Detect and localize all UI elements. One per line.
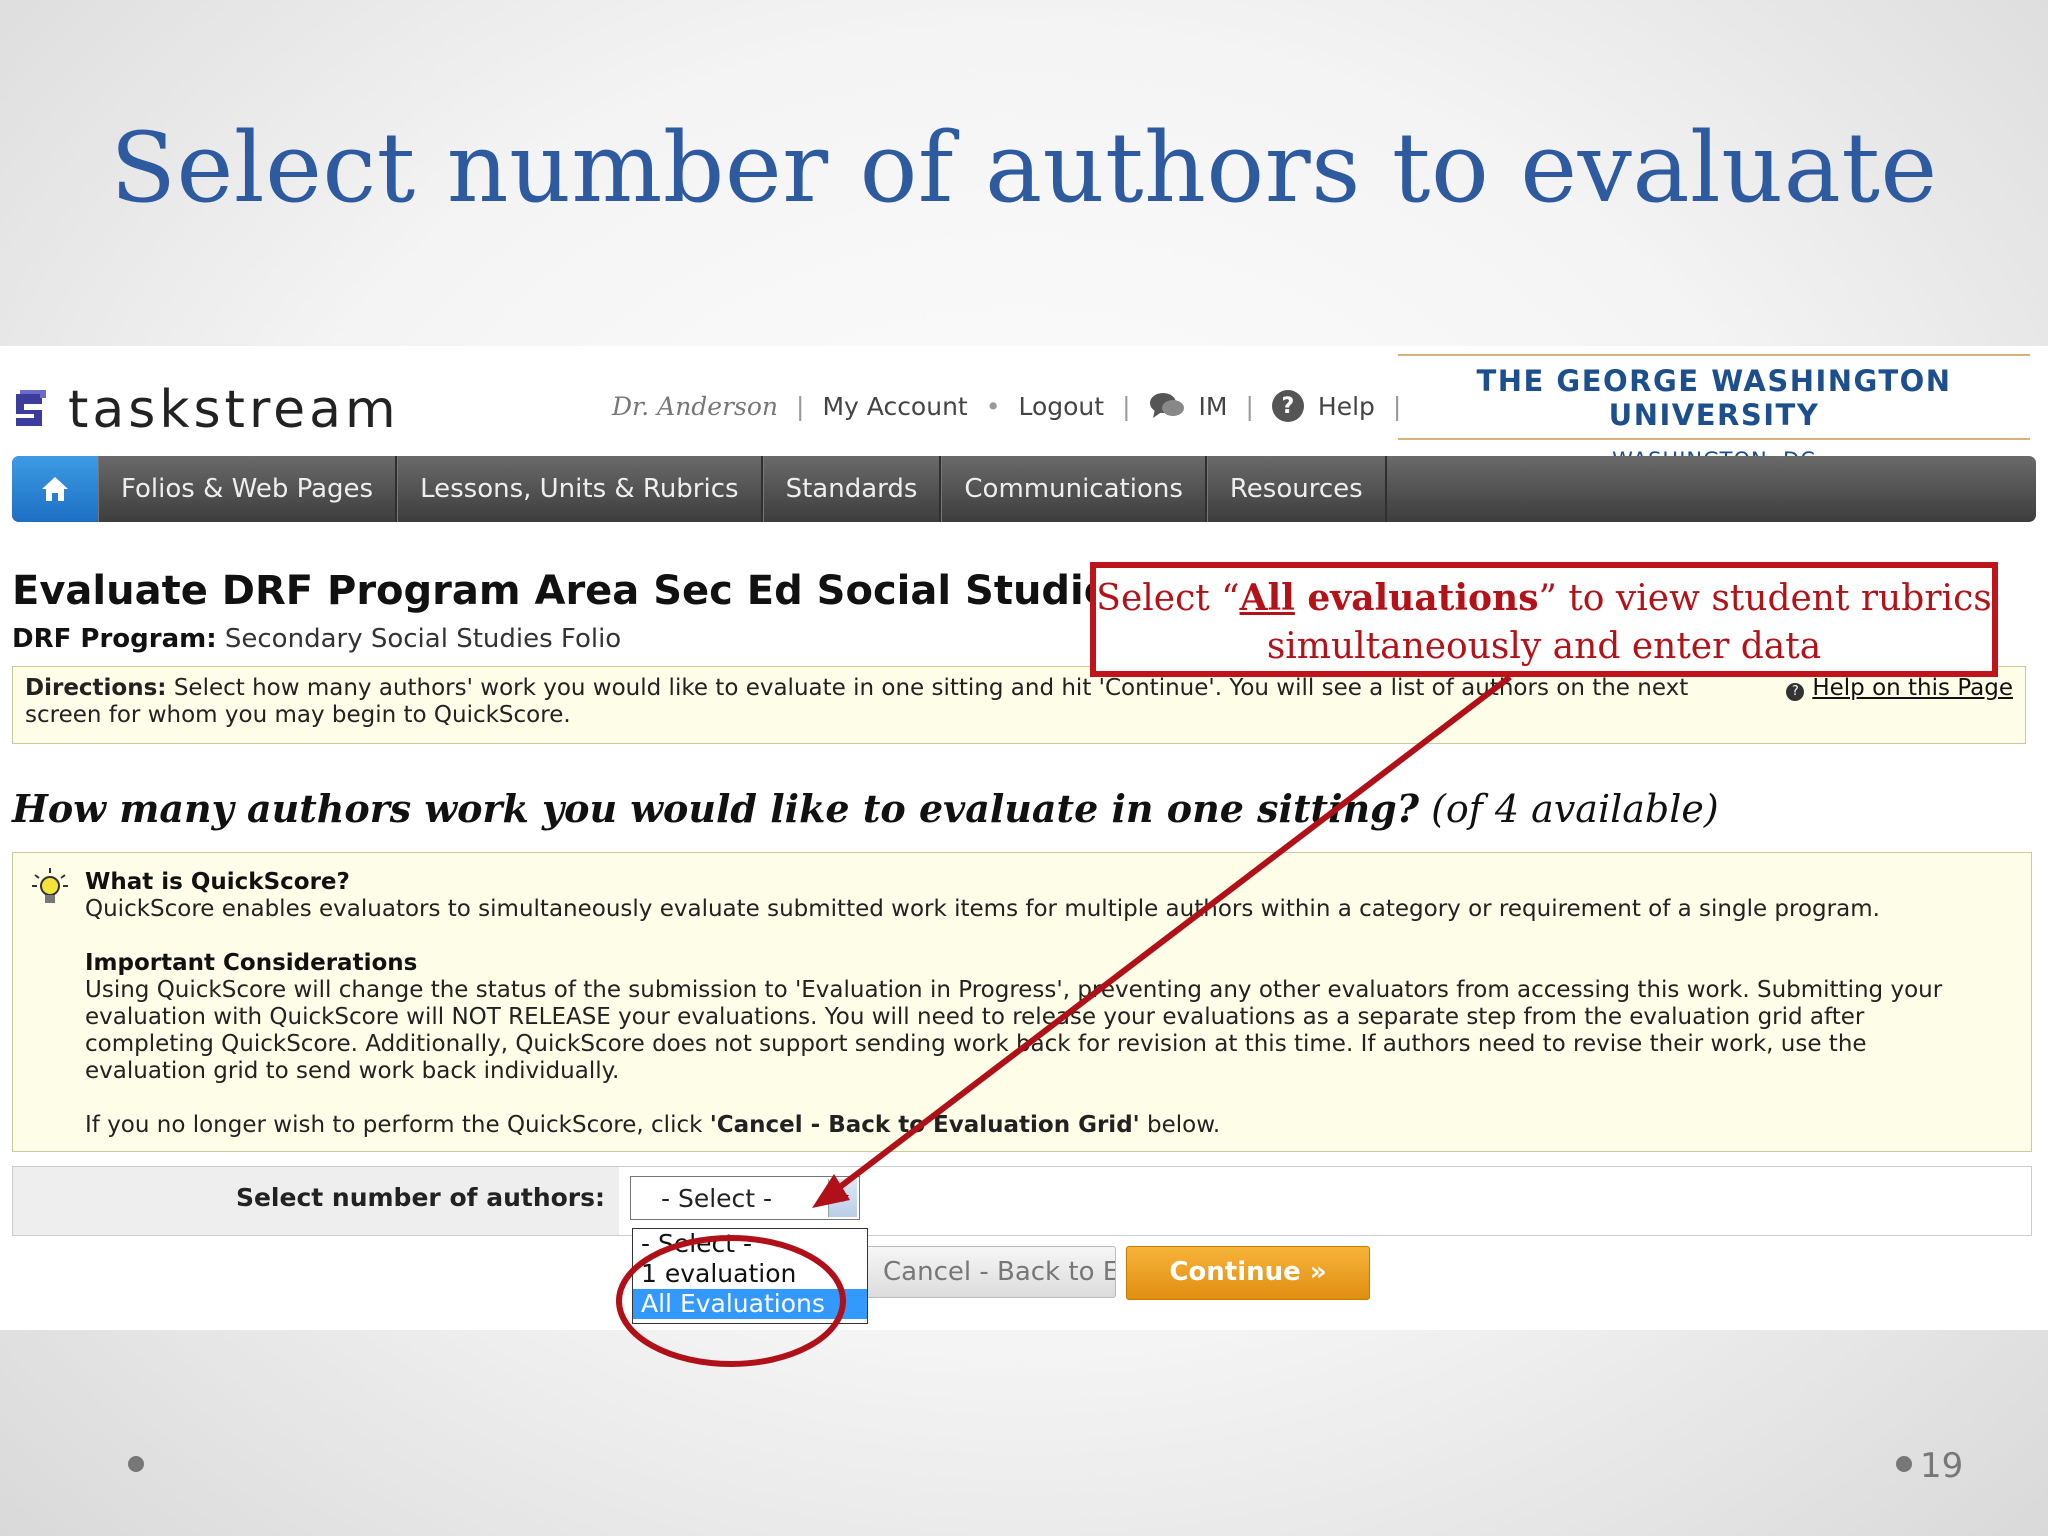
select-authors-row: Select number of authors: xyxy=(12,1166,2032,1236)
help-icon[interactable]: ? xyxy=(1271,390,1304,422)
authors-dropdown-list: - Select - 1 evaluation All Evaluations xyxy=(632,1228,868,1324)
separator: | xyxy=(1245,391,1254,421)
help-on-page-link[interactable]: ? Help on this Page xyxy=(1786,675,2013,702)
callout-evaluations: evaluations xyxy=(1294,577,1539,619)
logout-link[interactable]: Logout xyxy=(1018,392,1104,421)
separator: | xyxy=(1122,391,1131,421)
question-mark-icon: ? xyxy=(1786,683,1805,701)
slide-title: Select number of authors to evaluate xyxy=(110,112,1938,224)
continue-button[interactable]: Continue » xyxy=(1126,1246,1370,1300)
university-name: THE GEORGE WASHINGTON UNIVERSITY xyxy=(1398,354,2030,440)
callout-pre: Select “ xyxy=(1096,578,1240,619)
help-link[interactable]: Help xyxy=(1318,392,1375,421)
considerations-line-1: Using QuickScore will change the status … xyxy=(85,977,1943,1003)
program-value: Secondary Social Studies Folio xyxy=(224,624,622,654)
page-title: Evaluate DRF Program Area Sec Ed Social … xyxy=(12,568,1180,614)
slide-bullet-right xyxy=(1896,1456,1912,1472)
considerations-line-3: completing QuickScore. Additionally, Qui… xyxy=(85,1031,1867,1057)
gwu-logo: THE GEORGE WASHINGTON UNIVERSITY WASHING… xyxy=(1398,354,2030,472)
cancel-post: below. xyxy=(1139,1112,1221,1138)
option-select[interactable]: - Select - xyxy=(633,1229,867,1259)
option-all-evaluations[interactable]: All Evaluations xyxy=(633,1289,867,1319)
page-number: 19 xyxy=(1920,1446,1964,1486)
considerations-line-2: evaluation with QuickScore will NOT RELE… xyxy=(85,1004,1865,1030)
cancel-back-button[interactable]: Cancel - Back to Evaluation Grid xyxy=(862,1246,1116,1298)
im-chat-icon[interactable] xyxy=(1149,391,1185,421)
authors-select[interactable]: - Select - xyxy=(630,1176,860,1220)
tab-folios[interactable]: Folios & Web Pages xyxy=(98,456,398,522)
my-account-link[interactable]: My Account xyxy=(822,392,967,421)
select-value: - Select - xyxy=(661,1184,773,1213)
quickscore-text: QuickScore enables evaluators to simulta… xyxy=(85,896,1880,922)
top-links: Dr. Anderson | My Account • Logout | IM … xyxy=(612,378,1419,434)
tab-standards[interactable]: Standards xyxy=(762,456,942,522)
callout-annotation: Select “All evaluations” to view student… xyxy=(1090,562,1998,677)
slide-bullet-left xyxy=(128,1456,144,1472)
help-on-page-text: Help on this Page xyxy=(1812,675,2013,701)
home-tab[interactable] xyxy=(12,456,98,522)
select-authors-label: Select number of authors: xyxy=(13,1167,619,1235)
program-label: DRF Program: xyxy=(12,624,217,654)
callout-all: All xyxy=(1239,577,1295,619)
program-info: DRF Program: Secondary Social Studies Fo… xyxy=(12,624,621,654)
lightbulb-icon xyxy=(32,868,68,903)
cancel-instructions: If you no longer wish to perform the Qui… xyxy=(85,1112,2011,1139)
directions-label: Directions: xyxy=(25,675,167,701)
directions-text-2: screen for whom you may begin to QuickSc… xyxy=(25,702,571,728)
considerations-line-4: evaluation grid to send work back indivi… xyxy=(85,1058,620,1084)
tab-lessons[interactable]: Lessons, Units & Rubrics xyxy=(397,456,763,522)
taskstream-screenshot: taskstream Dr. Anderson | My Account • L… xyxy=(0,346,2048,1330)
tab-communications[interactable]: Communications xyxy=(941,456,1207,522)
callout-line-2: simultaneously and enter data xyxy=(1266,626,1822,667)
question-text: How many authors work you would like to … xyxy=(12,786,1419,831)
question-heading: How many authors work you would like to … xyxy=(12,786,1719,831)
quickscore-info-box: What is QuickScore? QuickScore enables e… xyxy=(12,852,2032,1152)
separator-dot: • xyxy=(985,391,1001,421)
cancel-pre: If you no longer wish to perform the Qui… xyxy=(85,1112,710,1138)
brand-name: taskstream xyxy=(68,380,400,440)
quickscore-heading: What is QuickScore? xyxy=(85,869,350,895)
available-count: (of 4 available) xyxy=(1431,787,1719,831)
separator: | xyxy=(796,391,805,421)
tab-resources[interactable]: Resources xyxy=(1206,456,1387,522)
considerations-heading: Important Considerations xyxy=(85,950,418,976)
directions-text-1: Select how many authors' work you would … xyxy=(173,675,1689,701)
taskstream-logo-icon xyxy=(16,390,46,426)
directions-box: Directions: Select how many authors' wor… xyxy=(12,666,2026,744)
im-link[interactable]: IM xyxy=(1199,392,1228,421)
user-name: Dr. Anderson xyxy=(612,391,779,421)
dropdown-arrow-icon[interactable] xyxy=(828,1179,857,1217)
cancel-bold: 'Cancel - Back to Evaluation Grid' xyxy=(709,1112,1140,1138)
home-icon xyxy=(42,477,68,501)
callout-post: ” to view student rubrics xyxy=(1538,578,1992,619)
option-1-evaluation[interactable]: 1 evaluation xyxy=(633,1259,867,1289)
main-nav: Folios & Web Pages Lessons, Units & Rubr… xyxy=(12,456,2036,522)
taskstream-logo[interactable]: taskstream xyxy=(12,370,400,450)
